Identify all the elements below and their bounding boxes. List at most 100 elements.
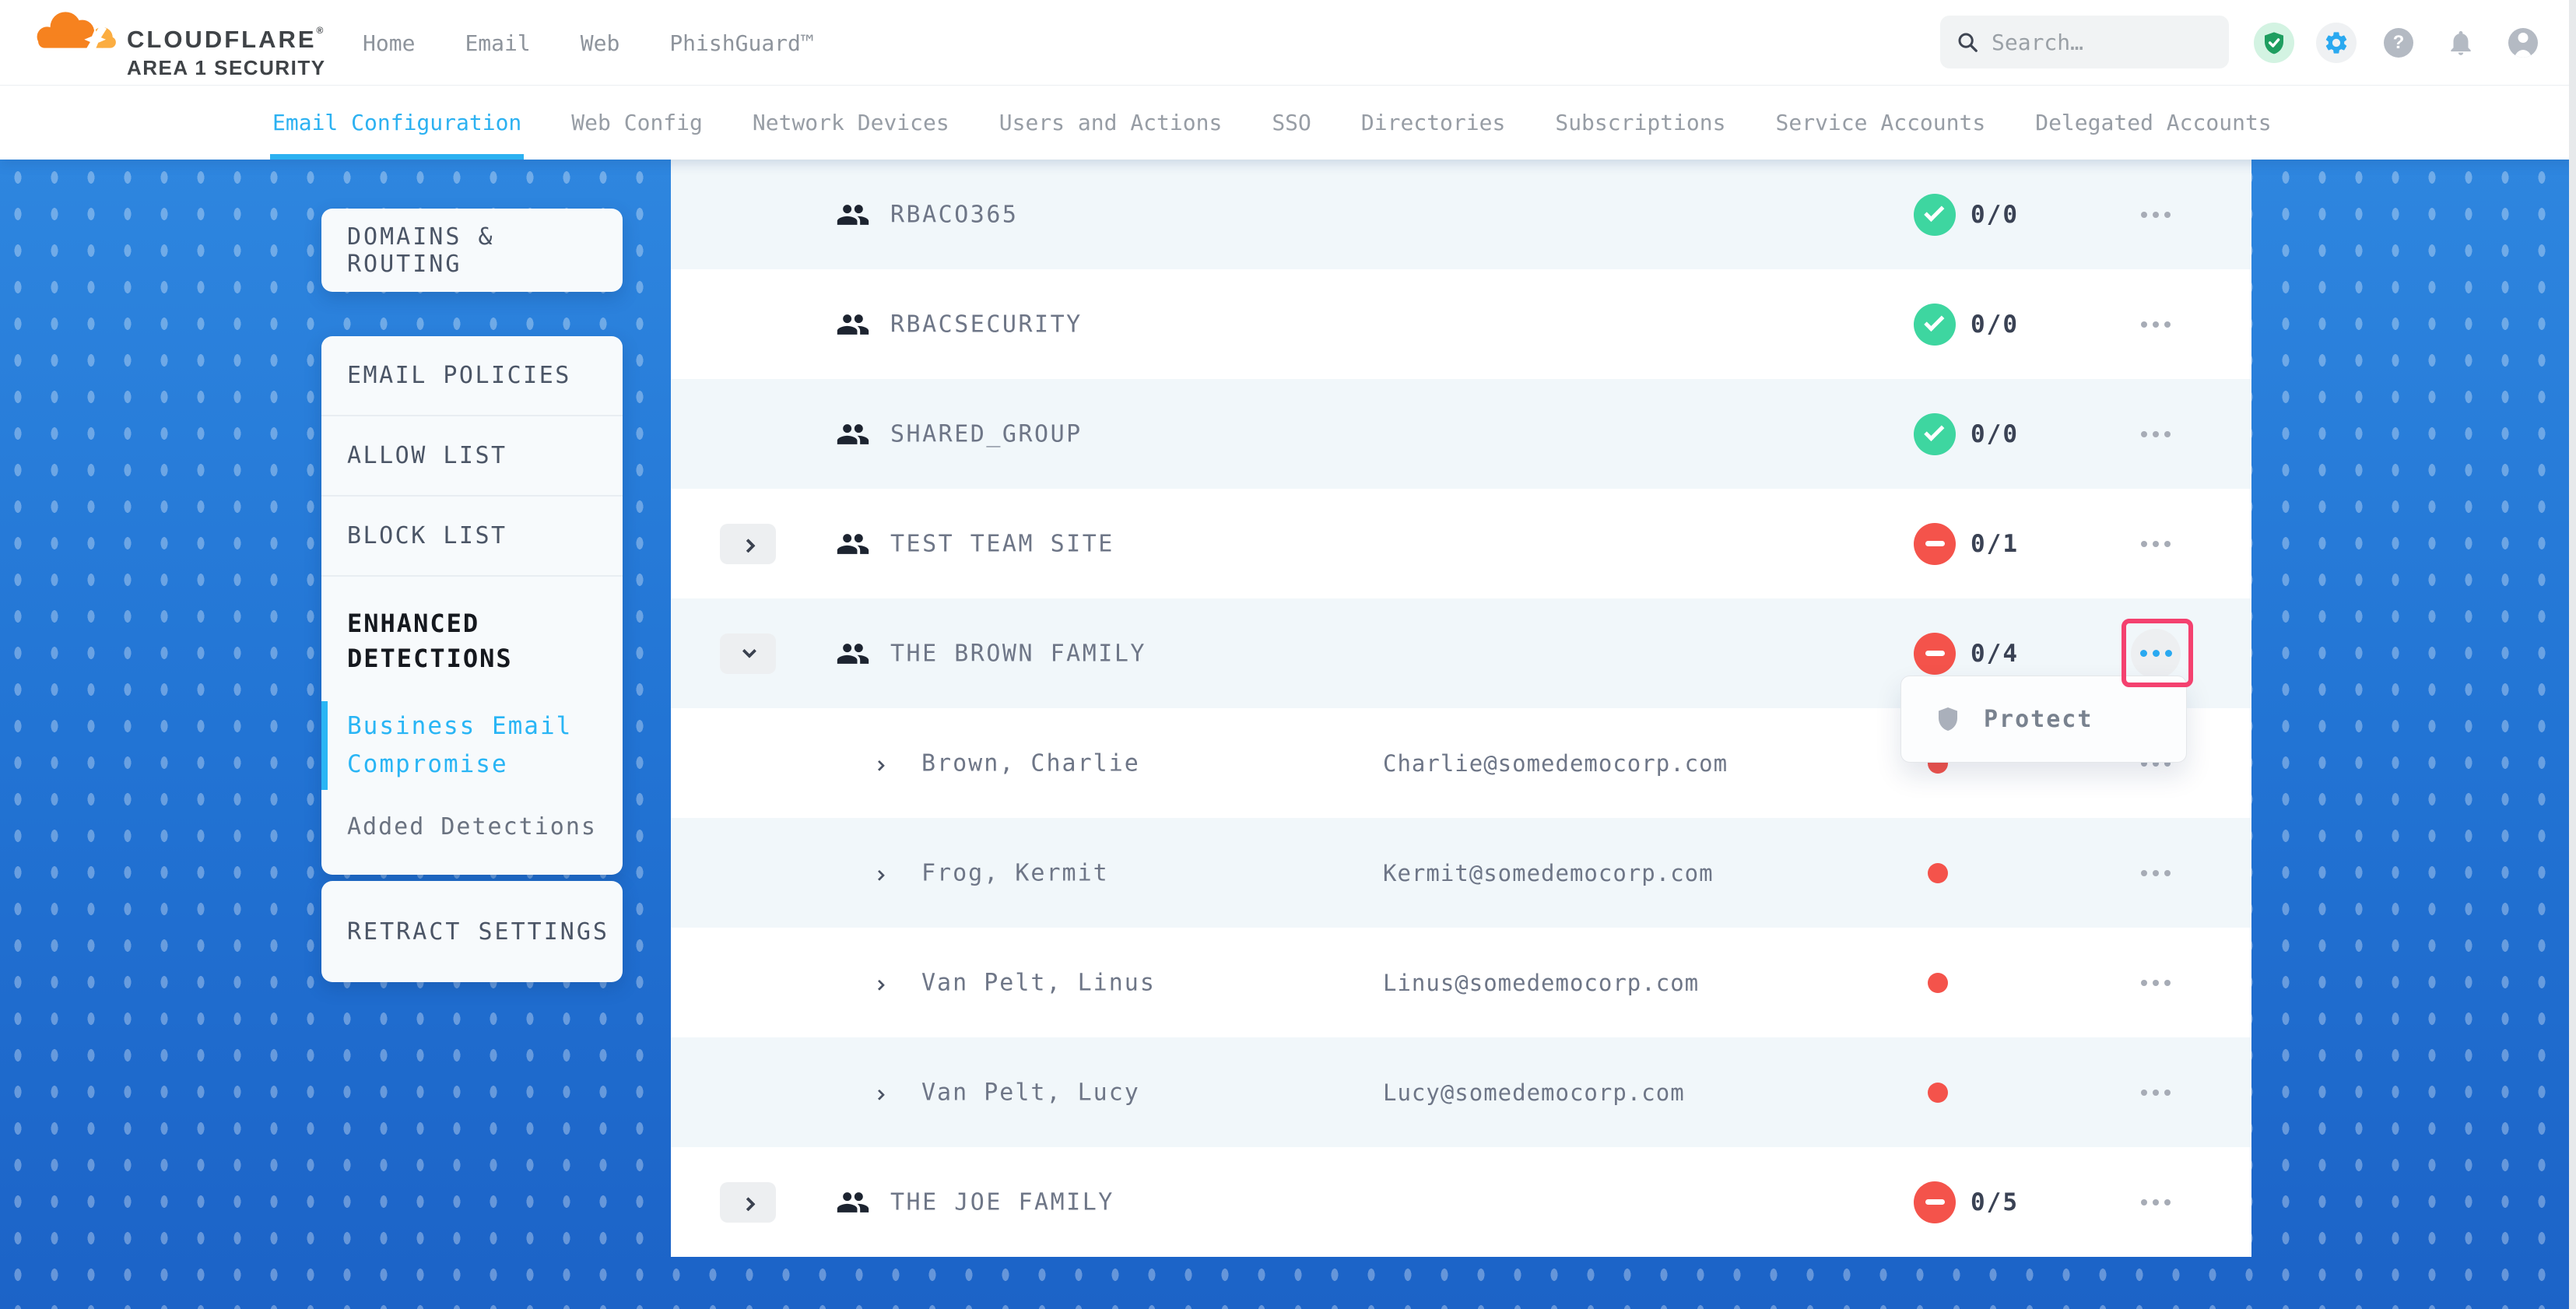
table-row-member: Van Pelt, Linus Linus@somedemocorp.com <box>671 928 2251 1037</box>
brand-text: CLOUDFLARE® AREA 1 SECURITY <box>127 26 326 78</box>
group-icon <box>836 307 870 342</box>
scrollbar[interactable] <box>2569 0 2576 1309</box>
status-fail-badge <box>1914 633 1956 675</box>
group-icon <box>836 1185 870 1220</box>
tab-web-config[interactable]: Web Config <box>571 86 703 160</box>
sidebar-item-email-policies[interactable]: EMAIL POLICIES <box>321 336 623 416</box>
member-name[interactable]: Van Pelt, Lucy <box>921 1079 1140 1106</box>
group-name[interactable]: THE BROWN FAMILY <box>890 640 1146 667</box>
group-name[interactable]: TEST TEAM SITE <box>890 530 1114 557</box>
status-pass-badge <box>1914 304 1956 346</box>
sidebar-item-domains-routing[interactable]: DOMAINS & ROUTING <box>321 223 623 278</box>
sidebar-card-domains-routing[interactable]: DOMAINS & ROUTING <box>321 209 623 292</box>
protected-count: 0/0 <box>1971 201 2019 229</box>
notifications-button[interactable] <box>2430 28 2492 58</box>
chevron-right-icon <box>741 1197 755 1211</box>
member-email: Linus@somedemocorp.com <box>1383 970 1699 996</box>
table-row-group: SHARED_GROUP 0/0 <box>671 379 2251 489</box>
top-header: CLOUDFLARE® AREA 1 SECURITY Home Email W… <box>0 0 2576 86</box>
search-bar[interactable] <box>1940 16 2229 68</box>
group-name[interactable]: THE JOE FAMILY <box>890 1188 1114 1216</box>
sidebar-item-block-list[interactable]: BLOCK LIST <box>321 497 623 577</box>
group-icon <box>836 417 870 451</box>
tab-users-and-actions[interactable]: Users and Actions <box>999 86 1223 160</box>
check-icon <box>1924 202 1944 222</box>
chevron-right-icon <box>741 539 755 553</box>
protected-count: 0/0 <box>1971 420 2019 448</box>
group-name[interactable]: RBACSECURITY <box>890 311 1083 338</box>
minus-icon <box>1925 541 1945 546</box>
tab-sso[interactable]: SSO <box>1272 86 1311 160</box>
row-context-menu: Protect <box>1900 676 2187 763</box>
expand-button[interactable] <box>720 524 776 564</box>
search-icon <box>1956 30 1979 54</box>
cloudflare-logo-icon <box>35 8 119 54</box>
row-menu-button[interactable] <box>2131 519 2181 569</box>
brand-name: CLOUDFLARE <box>127 26 317 53</box>
tab-network-devices[interactable]: Network Devices <box>753 86 949 160</box>
help-button[interactable]: ? <box>2367 28 2430 58</box>
group-name[interactable]: SHARED_GROUP <box>890 420 1083 447</box>
group-icon <box>836 637 870 671</box>
table-row-member: Frog, Kermit Kermit@somedemocorp.com <box>671 818 2251 928</box>
search-input[interactable] <box>1992 30 2213 55</box>
question-glyph: ? <box>2393 32 2405 54</box>
account-button[interactable] <box>2492 28 2554 58</box>
main-content: DOMAINS & ROUTING EMAIL POLICIES ALLOW L… <box>0 160 2576 1309</box>
menu-item-protect[interactable]: Protect <box>1984 706 2093 733</box>
user-icon-head <box>2518 33 2529 43</box>
protected-count: 0/4 <box>1971 640 2019 668</box>
tab-directories[interactable]: Directories <box>1361 86 1505 160</box>
tab-delegated-accounts[interactable]: Delegated Accounts <box>2035 86 2271 160</box>
row-menu-button[interactable] <box>2131 1177 2181 1227</box>
shield-check-icon <box>2254 23 2294 63</box>
tab-service-accounts[interactable]: Service Accounts <box>1776 86 1986 160</box>
table-row-group: RBACO365 0/0 <box>671 160 2251 269</box>
nav-item-home[interactable]: Home <box>363 30 415 56</box>
sidebar-card-policies: EMAIL POLICIES ALLOW LIST BLOCK LIST ENH… <box>321 336 623 875</box>
member-email: Charlie@somedemocorp.com <box>1383 750 1728 777</box>
gear-icon <box>2316 23 2357 63</box>
sidebar-item-business-email-compromise[interactable]: Business Email Compromise <box>347 707 581 784</box>
row-menu-button[interactable] <box>2131 958 2181 1008</box>
table-row-group: TEST TEAM SITE 0/1 <box>671 489 2251 598</box>
chevron-right-icon[interactable] <box>872 865 887 881</box>
member-name[interactable]: Van Pelt, Linus <box>921 969 1156 996</box>
nav-item-web[interactable]: Web <box>581 30 620 56</box>
check-icon <box>1924 421 1944 441</box>
row-menu-button[interactable] <box>2131 409 2181 459</box>
collapse-button[interactable] <box>720 633 776 674</box>
shield-icon <box>1934 705 1962 733</box>
settings-button[interactable] <box>2305 23 2367 63</box>
chevron-right-icon[interactable] <box>872 756 887 771</box>
sidebar-item-retract-settings[interactable]: RETRACT SETTINGS <box>321 918 609 946</box>
member-name[interactable]: Brown, Charlie <box>921 749 1140 777</box>
nav-item-phishguard[interactable]: PhishGuard™ <box>669 30 813 56</box>
header-icon-cluster: ? <box>2243 0 2554 86</box>
tab-email-configuration[interactable]: Email Configuration <box>272 86 521 160</box>
security-status-button[interactable] <box>2243 23 2305 63</box>
protected-count: 0/0 <box>1971 311 2019 339</box>
sidebar-item-added-detections[interactable]: Added Detections <box>347 813 601 840</box>
row-menu-button[interactable] <box>2131 190 2181 240</box>
expand-button[interactable] <box>720 1182 776 1223</box>
status-fail-badge <box>1914 523 1956 565</box>
group-icon <box>836 198 870 232</box>
sidebar-card-retract-settings[interactable]: RETRACT SETTINGS <box>321 881 623 982</box>
member-name[interactable]: Frog, Kermit <box>921 859 1109 886</box>
chevron-right-icon[interactable] <box>872 975 887 991</box>
chevron-right-icon[interactable] <box>872 1085 887 1100</box>
group-name[interactable]: RBACO365 <box>890 201 1019 228</box>
status-dot <box>1928 1083 1948 1103</box>
highlight-box <box>2122 619 2193 687</box>
primary-nav: Home Email Web PhishGuard™ <box>363 0 814 86</box>
row-menu-button[interactable] <box>2131 300 2181 349</box>
tab-subscriptions[interactable]: Subscriptions <box>1555 86 1725 160</box>
row-menu-button[interactable] <box>2131 848 2181 898</box>
nav-item-email[interactable]: Email <box>465 30 530 56</box>
sidebar-item-allow-list[interactable]: ALLOW LIST <box>321 416 623 497</box>
table-row-group: RBACSECURITY 0/0 <box>671 269 2251 379</box>
secondary-nav: Email Configuration Web Config Network D… <box>0 86 2576 160</box>
row-menu-button[interactable] <box>2131 1068 2181 1118</box>
sidebar-item-enhanced-detections[interactable]: ENHANCED DETECTIONS <box>347 606 588 676</box>
